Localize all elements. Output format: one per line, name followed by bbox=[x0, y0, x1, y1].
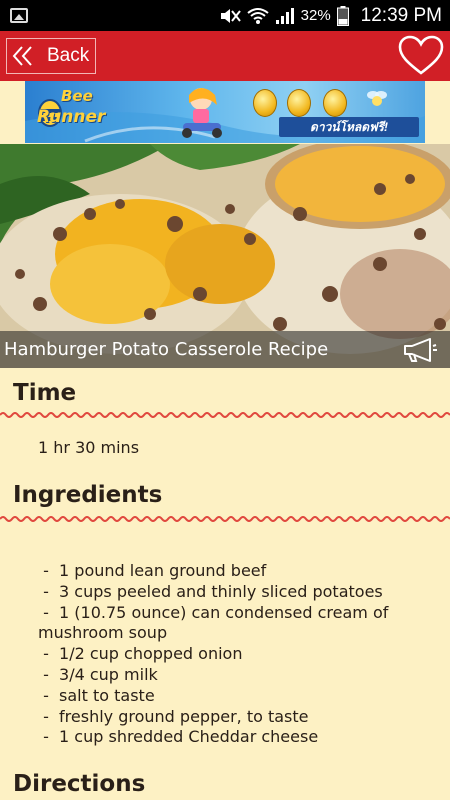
section-divider bbox=[0, 516, 450, 522]
wifi-icon bbox=[247, 7, 269, 24]
ad-download-button[interactable]: ดาวน์โหลดฟรี! bbox=[279, 117, 419, 137]
mute-icon bbox=[220, 8, 241, 23]
signal-icon bbox=[275, 7, 294, 24]
coin-icon bbox=[323, 89, 347, 117]
time-heading: Time bbox=[13, 380, 77, 406]
fairy-icon bbox=[367, 91, 387, 106]
ingredient-item: - freshly ground pepper, to taste bbox=[38, 706, 309, 726]
app-bar: Back bbox=[0, 31, 450, 81]
back-button[interactable]: Back bbox=[6, 38, 96, 74]
ingredient-item: - 3 cups peeled and thinly sliced potato… bbox=[38, 581, 383, 601]
ad-logo-line1: Bee bbox=[61, 87, 93, 105]
time-value: 1 hr 30 mins bbox=[38, 438, 140, 457]
ingredient-item: - 1/2 cup chopped onion bbox=[38, 644, 243, 664]
battery-icon bbox=[336, 5, 349, 26]
back-button-label: Back bbox=[47, 45, 90, 66]
ingredient-item: - 3/4 cup milk bbox=[38, 664, 158, 684]
ingredient-item: - 1 (10.75 ounce) can condensed cream of… bbox=[38, 602, 394, 643]
double-chevron-left-icon bbox=[12, 46, 32, 66]
coin-icon bbox=[287, 89, 311, 117]
ad-logo-line2: Runner bbox=[37, 107, 106, 127]
ingredient-item: - 1 cup shredded Cheddar cheese bbox=[38, 727, 319, 747]
ingredients-heading: Ingredients bbox=[13, 482, 163, 508]
hero-caption-bar: Hamburger Potato Casserole Recipe bbox=[0, 331, 450, 368]
ad-banner[interactable]: Bee Runner ดาวน์โหลดฟรี! bbox=[25, 81, 425, 143]
recipe-title: Hamburger Potato Casserole Recipe bbox=[4, 339, 329, 360]
status-clock: 12:39 PM bbox=[360, 4, 442, 26]
coin-icon bbox=[253, 89, 277, 117]
battery-percent: 32% bbox=[300, 7, 331, 24]
section-divider bbox=[0, 412, 450, 418]
recipe-hero-image: Hamburger Potato Casserole Recipe bbox=[0, 144, 450, 368]
gallery-notification-icon bbox=[10, 8, 28, 23]
megaphone-icon[interactable] bbox=[402, 337, 438, 363]
status-bar: 32% 12:39 PM bbox=[0, 0, 450, 31]
ingredient-item: - salt to taste bbox=[38, 685, 155, 705]
directions-heading: Directions bbox=[13, 771, 146, 797]
ingredient-item: - 1 pound lean ground beef bbox=[38, 561, 267, 580]
status-icons: 32% 12:39 PM bbox=[219, 0, 442, 31]
ingredients-list: - 1 pound lean ground beef - 3 cups peel… bbox=[38, 561, 438, 748]
ad-logo: Bee Runner bbox=[35, 87, 127, 135]
heart-outline-icon[interactable] bbox=[398, 35, 444, 77]
scooter-girl-illustration bbox=[182, 88, 222, 138]
